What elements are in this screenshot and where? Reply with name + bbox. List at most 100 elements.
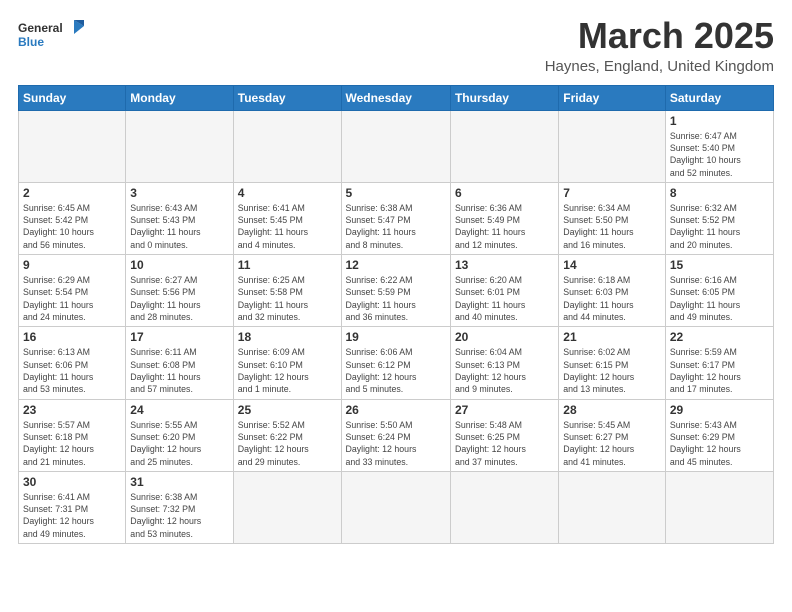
day-number: 8 bbox=[670, 186, 769, 200]
day-info: Sunrise: 6:16 AM Sunset: 6:05 PM Dayligh… bbox=[670, 274, 769, 323]
calendar-cell: 14Sunrise: 6:18 AM Sunset: 6:03 PM Dayli… bbox=[559, 255, 666, 327]
day-number: 14 bbox=[563, 258, 661, 272]
calendar-cell bbox=[233, 110, 341, 182]
calendar-cell: 11Sunrise: 6:25 AM Sunset: 5:58 PM Dayli… bbox=[233, 255, 341, 327]
day-number: 7 bbox=[563, 186, 661, 200]
day-number: 10 bbox=[130, 258, 228, 272]
col-thursday: Thursday bbox=[450, 85, 558, 110]
calendar-cell: 29 Sunrise: 5:43 AM Sunset: 6:29 PM Dayli… bbox=[665, 399, 773, 471]
calendar-cell: 26 Sunrise: 5:50 AM Sunset: 6:24 PM Dayli… bbox=[341, 399, 450, 471]
calendar-cell bbox=[559, 110, 666, 182]
day-number: 21 bbox=[563, 330, 661, 344]
day-info: Sunrise: 6:38 AM Sunset: 7:32 PM Dayligh… bbox=[130, 491, 228, 540]
calendar-week-row: 16 Sunrise: 6:13 AM Sunset: 6:06 PM Dayli… bbox=[19, 327, 774, 399]
day-number: 2 bbox=[23, 186, 121, 200]
calendar-cell bbox=[450, 471, 558, 543]
day-info: Sunrise: 6:27 AM Sunset: 5:56 PM Dayligh… bbox=[130, 274, 228, 323]
calendar-cell: 23 Sunrise: 5:57 AM Sunset: 6:18 PM Dayli… bbox=[19, 399, 126, 471]
day-info: Sunrise: 6:34 AM Sunset: 5:50 PM Dayligh… bbox=[563, 202, 661, 251]
day-info: Sunrise: 6:41 AM Sunset: 5:45 PM Dayligh… bbox=[238, 202, 337, 251]
calendar-cell: 24Sunrise: 5:55 AM Sunset: 6:20 PM Dayli… bbox=[126, 399, 233, 471]
day-number: 28 bbox=[563, 403, 661, 417]
day-number: 30 bbox=[23, 475, 121, 489]
calendar-cell: 28 Sunrise: 5:45 AM Sunset: 6:27 PM Dayli… bbox=[559, 399, 666, 471]
calendar-cell: 12 Sunrise: 6:22 AM Sunset: 5:59 PM Dayli… bbox=[341, 255, 450, 327]
calendar-cell: 21 Sunrise: 6:02 AM Sunset: 6:15 PM Dayli… bbox=[559, 327, 666, 399]
calendar-cell: 4 Sunrise: 6:41 AM Sunset: 5:45 PM Daylig… bbox=[233, 182, 341, 254]
day-number: 23 bbox=[23, 403, 121, 417]
month-title: March 2025 bbox=[545, 16, 774, 56]
calendar-cell: 10 Sunrise: 6:27 AM Sunset: 5:56 PM Dayli… bbox=[126, 255, 233, 327]
day-number: 18 bbox=[238, 330, 337, 344]
calendar-cell: 25Sunrise: 5:52 AM Sunset: 6:22 PM Dayli… bbox=[233, 399, 341, 471]
calendar-week-row: 9Sunrise: 6:29 AM Sunset: 5:54 PM Daylig… bbox=[19, 255, 774, 327]
day-number: 13 bbox=[455, 258, 554, 272]
calendar-cell bbox=[341, 110, 450, 182]
day-info: Sunrise: 6:43 AM Sunset: 5:43 PM Dayligh… bbox=[130, 202, 228, 251]
calendar-cell: 1 Sunrise: 6:47 AM Sunset: 5:40 PM Daylig… bbox=[665, 110, 773, 182]
day-number: 9 bbox=[23, 258, 121, 272]
calendar-cell bbox=[19, 110, 126, 182]
day-info: Sunrise: 5:48 AM Sunset: 6:25 PM Dayligh… bbox=[455, 419, 554, 468]
calendar-cell: 7 Sunrise: 6:34 AM Sunset: 5:50 PM Daylig… bbox=[559, 182, 666, 254]
calendar-cell bbox=[341, 471, 450, 543]
page-header: General Blue March 2025 Haynes, England,… bbox=[18, 16, 774, 75]
day-number: 24 bbox=[130, 403, 228, 417]
day-number: 1 bbox=[670, 114, 769, 128]
calendar-cell: 19Sunrise: 6:06 AM Sunset: 6:12 PM Dayli… bbox=[341, 327, 450, 399]
calendar-cell bbox=[665, 471, 773, 543]
day-info: Sunrise: 6:20 AM Sunset: 6:01 PM Dayligh… bbox=[455, 274, 554, 323]
day-number: 26 bbox=[346, 403, 446, 417]
calendar-week-row: 1 Sunrise: 6:47 AM Sunset: 5:40 PM Daylig… bbox=[19, 110, 774, 182]
day-info: Sunrise: 6:47 AM Sunset: 5:40 PM Dayligh… bbox=[670, 130, 769, 179]
day-info: Sunrise: 5:45 AM Sunset: 6:27 PM Dayligh… bbox=[563, 419, 661, 468]
calendar-week-row: 2Sunrise: 6:45 AM Sunset: 5:42 PM Daylig… bbox=[19, 182, 774, 254]
day-info: Sunrise: 6:41 AM Sunset: 7:31 PM Dayligh… bbox=[23, 491, 121, 540]
calendar-cell: 17Sunrise: 6:11 AM Sunset: 6:08 PM Dayli… bbox=[126, 327, 233, 399]
day-info: Sunrise: 6:02 AM Sunset: 6:15 PM Dayligh… bbox=[563, 346, 661, 395]
day-info: Sunrise: 5:43 AM Sunset: 6:29 PM Dayligh… bbox=[670, 419, 769, 468]
calendar-cell: 22Sunrise: 5:59 AM Sunset: 6:17 PM Dayli… bbox=[665, 327, 773, 399]
calendar-cell: 9Sunrise: 6:29 AM Sunset: 5:54 PM Daylig… bbox=[19, 255, 126, 327]
day-info: Sunrise: 6:09 AM Sunset: 6:10 PM Dayligh… bbox=[238, 346, 337, 395]
col-saturday: Saturday bbox=[665, 85, 773, 110]
day-number: 5 bbox=[346, 186, 446, 200]
day-info: Sunrise: 6:36 AM Sunset: 5:49 PM Dayligh… bbox=[455, 202, 554, 251]
calendar-cell: 13 Sunrise: 6:20 AM Sunset: 6:01 PM Dayli… bbox=[450, 255, 558, 327]
calendar-cell: 16 Sunrise: 6:13 AM Sunset: 6:06 PM Dayli… bbox=[19, 327, 126, 399]
day-number: 29 bbox=[670, 403, 769, 417]
calendar-header-row: Sunday Monday Tuesday Wednesday Thursday… bbox=[19, 85, 774, 110]
day-number: 20 bbox=[455, 330, 554, 344]
calendar-cell bbox=[126, 110, 233, 182]
day-info: Sunrise: 5:57 AM Sunset: 6:18 PM Dayligh… bbox=[23, 419, 121, 468]
day-number: 15 bbox=[670, 258, 769, 272]
calendar-cell bbox=[559, 471, 666, 543]
svg-text:General: General bbox=[18, 21, 63, 35]
calendar-cell: 15 Sunrise: 6:16 AM Sunset: 6:05 PM Dayli… bbox=[665, 255, 773, 327]
svg-text:Blue: Blue bbox=[18, 35, 44, 49]
day-number: 4 bbox=[238, 186, 337, 200]
day-info: Sunrise: 6:06 AM Sunset: 6:12 PM Dayligh… bbox=[346, 346, 446, 395]
col-friday: Friday bbox=[559, 85, 666, 110]
calendar-page: General Blue March 2025 Haynes, England,… bbox=[0, 0, 792, 612]
calendar-week-row: 23 Sunrise: 5:57 AM Sunset: 6:18 PM Dayli… bbox=[19, 399, 774, 471]
day-info: Sunrise: 6:04 AM Sunset: 6:13 PM Dayligh… bbox=[455, 346, 554, 395]
day-number: 17 bbox=[130, 330, 228, 344]
day-info: Sunrise: 5:59 AM Sunset: 6:17 PM Dayligh… bbox=[670, 346, 769, 395]
calendar-cell: 2Sunrise: 6:45 AM Sunset: 5:42 PM Daylig… bbox=[19, 182, 126, 254]
day-info: Sunrise: 6:22 AM Sunset: 5:59 PM Dayligh… bbox=[346, 274, 446, 323]
day-info: Sunrise: 5:50 AM Sunset: 6:24 PM Dayligh… bbox=[346, 419, 446, 468]
calendar-week-row: 30 Sunrise: 6:41 AM Sunset: 7:31 PM Dayli… bbox=[19, 471, 774, 543]
day-number: 16 bbox=[23, 330, 121, 344]
col-tuesday: Tuesday bbox=[233, 85, 341, 110]
calendar-cell: 3Sunrise: 6:43 AM Sunset: 5:43 PM Daylig… bbox=[126, 182, 233, 254]
calendar-cell: 31Sunrise: 6:38 AM Sunset: 7:32 PM Dayli… bbox=[126, 471, 233, 543]
day-number: 12 bbox=[346, 258, 446, 272]
day-number: 11 bbox=[238, 258, 337, 272]
calendar-cell: 8Sunrise: 6:32 AM Sunset: 5:52 PM Daylig… bbox=[665, 182, 773, 254]
calendar-cell: 5Sunrise: 6:38 AM Sunset: 5:47 PM Daylig… bbox=[341, 182, 450, 254]
logo: General Blue bbox=[18, 16, 88, 56]
day-info: Sunrise: 6:13 AM Sunset: 6:06 PM Dayligh… bbox=[23, 346, 121, 395]
day-info: Sunrise: 5:52 AM Sunset: 6:22 PM Dayligh… bbox=[238, 419, 337, 468]
day-number: 27 bbox=[455, 403, 554, 417]
